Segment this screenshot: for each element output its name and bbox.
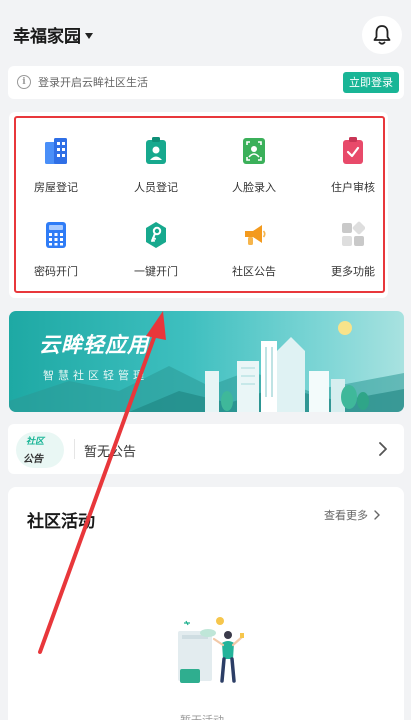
- empty-state-text: 暂无活动: [180, 712, 224, 720]
- community-name: 幸福家园: [13, 27, 81, 47]
- view-more-link[interactable]: 查看更多: [324, 507, 380, 523]
- community-activity-card: 社区活动 查看更多 暂无活动: [8, 487, 404, 720]
- city-skyline-illustration: [9, 321, 404, 412]
- face-scan-icon: [243, 138, 265, 164]
- function-password-open[interactable]: 密码开门: [21, 221, 91, 283]
- notice-badge-bottom: 公告: [23, 454, 43, 465]
- notice-badge: 社区 公告: [16, 432, 64, 468]
- bell-icon: [373, 25, 391, 45]
- notice-badge-top: 社区: [26, 437, 45, 447]
- function-label: 人脸录入: [232, 181, 276, 194]
- function-label: 社区公告: [232, 265, 276, 278]
- chevron-right-icon: [379, 442, 387, 456]
- banner-title: 云眸轻应用: [39, 333, 149, 357]
- megaphone-icon: [245, 225, 266, 245]
- function-community-notice[interactable]: 社区公告: [219, 221, 289, 283]
- banner-subtitle: 智慧社区轻管理: [43, 369, 148, 382]
- function-one-key-open[interactable]: 一键开门: [121, 221, 191, 283]
- view-more-label: 查看更多: [324, 509, 368, 522]
- function-house-register[interactable]: 房屋登记: [21, 137, 91, 199]
- function-label: 一键开门: [134, 265, 178, 278]
- community-notice-bar[interactable]: 社区 公告 暂无公告: [8, 424, 404, 474]
- function-label: 住户审核: [331, 181, 375, 194]
- notice-text: 暂无公告: [84, 445, 137, 460]
- login-prompt-bar: i 登录开启云眸社区生活 立即登录: [8, 66, 404, 99]
- key-icon: [146, 222, 166, 248]
- promo-banner[interactable]: 云眸轻应用 智慧社区轻管理: [9, 311, 404, 412]
- function-label: 密码开门: [34, 265, 78, 278]
- activity-title: 社区活动: [27, 512, 95, 532]
- function-label: 人员登记: [134, 181, 178, 194]
- function-label: 更多功能: [331, 265, 375, 278]
- login-button[interactable]: 立即登录: [343, 72, 399, 93]
- function-resident-review[interactable]: 住户审核: [318, 137, 388, 199]
- chevron-right-icon: [374, 510, 380, 520]
- caret-down-icon: [85, 32, 93, 39]
- notification-button[interactable]: [362, 16, 402, 54]
- function-label: 房屋登记: [34, 181, 78, 194]
- function-person-register[interactable]: 人员登记: [121, 137, 191, 199]
- login-prompt-text: 登录开启云眸社区生活: [38, 76, 148, 89]
- clipboard-check-icon: [343, 137, 363, 164]
- empty-state-illustration: [178, 617, 244, 683]
- id-badge-icon: [146, 137, 166, 164]
- info-icon: i: [17, 75, 31, 89]
- function-face-enroll[interactable]: 人脸录入: [219, 137, 289, 199]
- function-more[interactable]: 更多功能: [318, 221, 388, 283]
- building-icon: [45, 138, 67, 164]
- grid-more-icon: [342, 221, 365, 246]
- keypad-icon: [46, 222, 66, 248]
- divider: [74, 439, 75, 459]
- top-header: 幸福家园: [0, 0, 411, 60]
- community-selector[interactable]: 幸福家园: [13, 22, 93, 47]
